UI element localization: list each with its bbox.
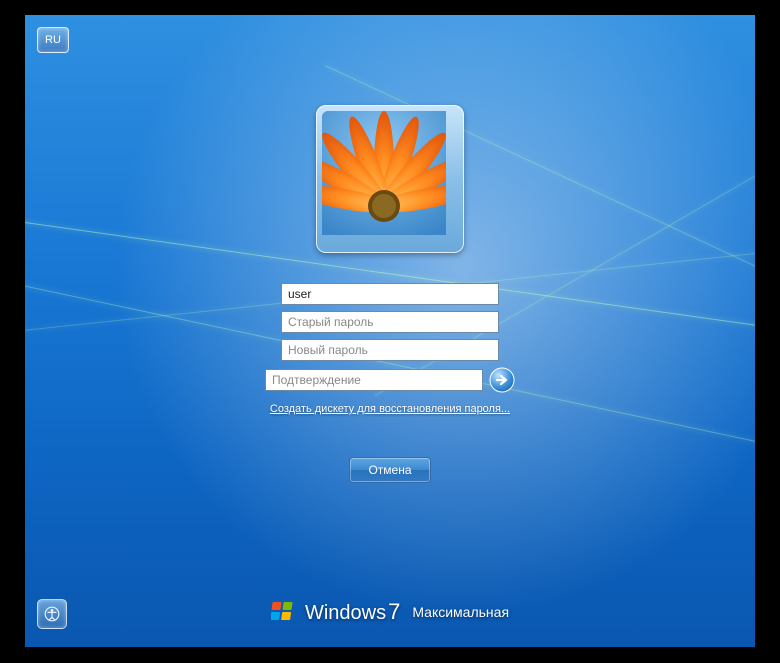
logon-desktop: RU bbox=[25, 15, 755, 647]
screen-root: RU bbox=[0, 0, 780, 663]
login-panel: Создать дискету для восстановления парол… bbox=[240, 105, 540, 483]
new-password-field[interactable] bbox=[281, 339, 499, 361]
cancel-button[interactable]: Отмена bbox=[349, 457, 431, 483]
input-language-button[interactable]: RU bbox=[37, 27, 69, 53]
user-avatar bbox=[322, 111, 458, 247]
brand-edition: Максимальная bbox=[412, 604, 509, 620]
ease-of-access-button[interactable] bbox=[37, 599, 67, 629]
confirm-password-field[interactable] bbox=[265, 369, 483, 391]
ease-of-access-icon bbox=[44, 604, 60, 624]
user-avatar-frame bbox=[316, 105, 464, 253]
flower-avatar-icon bbox=[322, 111, 446, 235]
submit-button[interactable] bbox=[489, 367, 515, 393]
old-password-field[interactable] bbox=[281, 311, 499, 333]
windows-flag-icon bbox=[271, 599, 297, 625]
brand-version: 7 bbox=[388, 599, 400, 624]
brand-product-name: Windows bbox=[305, 602, 386, 624]
create-reset-disk-link[interactable]: Создать дискету для восстановления парол… bbox=[270, 403, 510, 415]
username-field[interactable] bbox=[281, 283, 499, 305]
arrow-right-icon bbox=[489, 367, 515, 393]
brand-product: Windows7 bbox=[305, 599, 400, 625]
branding: Windows7 Максимальная bbox=[25, 599, 755, 625]
